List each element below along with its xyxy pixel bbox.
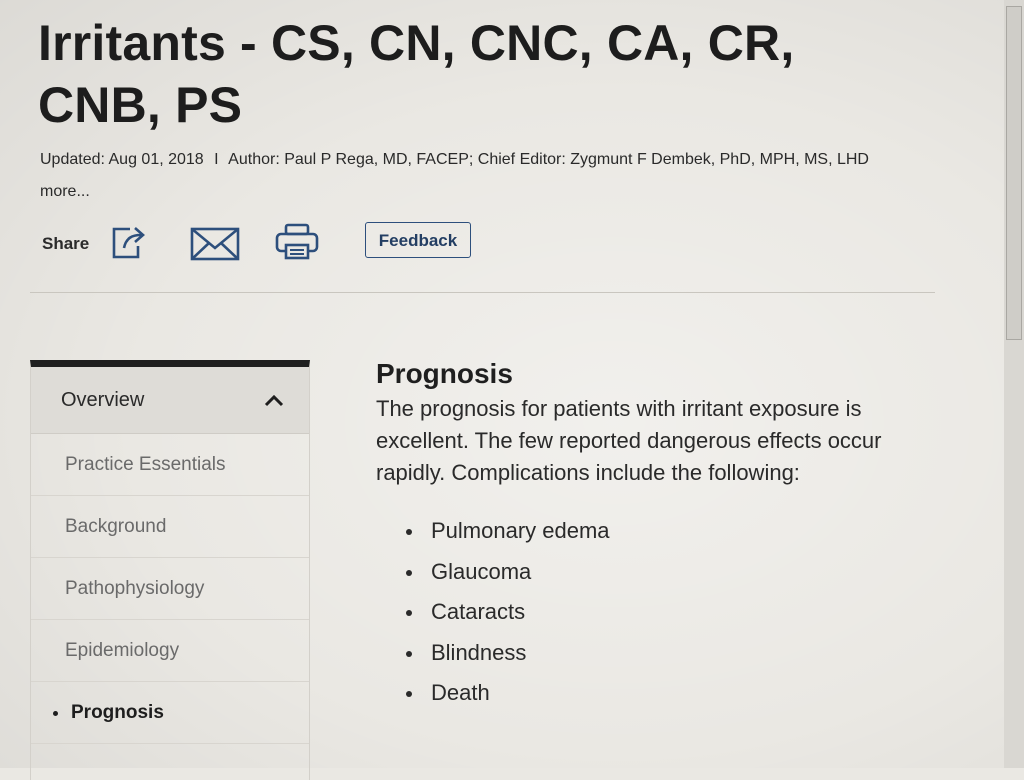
bullet-icon [406, 610, 412, 616]
sidebar-section-label: Overview [61, 389, 145, 411]
share-toolbar: Share Feedback [42, 222, 502, 264]
sidebar-item-label: Practice Essentials [65, 454, 226, 475]
bullet-icon [406, 650, 412, 657]
section-paragraph: The prognosis for patients with irritant… [376, 396, 882, 485]
complications-list: Pulmonary edema Glaucoma Cataracts Blind… [376, 511, 936, 714]
sidebar-item-practice-essentials[interactable]: Practice Essentials [31, 434, 309, 496]
share-label: Share [42, 234, 90, 253]
print-icon[interactable] [274, 222, 320, 262]
author-credits: Author: Paul P Rega, MD, FACEP; Chief Ed… [228, 151, 869, 168]
list-item: Cataracts [376, 592, 936, 633]
article-sidebar-nav: Overview Practice Essentials Background … [30, 360, 310, 780]
article-page: Irritants - CS, CN, CNC, CA, CR, CNB, PS… [0, 0, 1000, 780]
list-item: Death [376, 673, 936, 714]
list-item-text: Glaucoma [431, 558, 532, 584]
scrollbar-thumb[interactable] [1006, 6, 1022, 340]
sidebar-item-background[interactable]: Background [31, 496, 309, 558]
more-link[interactable]: more... [40, 183, 90, 200]
chevron-up-icon[interactable] [263, 393, 285, 412]
list-item-text: Death [431, 680, 490, 705]
sidebar-section-overview[interactable]: Overview [31, 367, 309, 434]
list-item-text: Cataracts [431, 599, 526, 624]
share-icon[interactable] [108, 224, 148, 262]
bullet-icon [406, 569, 412, 576]
header-divider [30, 292, 935, 293]
list-item: Glaucoma [376, 552, 936, 593]
bullet-icon [406, 529, 412, 535]
section-heading: Prognosis [376, 358, 513, 389]
updated-date: Updated: Aug 01, 2018 [40, 151, 204, 168]
feedback-button[interactable]: Feedback [365, 222, 471, 258]
vertical-scrollbar[interactable] [1004, 0, 1024, 768]
sidebar-item-label: Prognosis [71, 702, 164, 723]
meta-separator: I [214, 151, 219, 168]
list-item-text: Blindness [431, 639, 527, 665]
email-icon[interactable] [189, 226, 241, 262]
article-content: Prognosis The prognosis for patients wit… [376, 355, 936, 714]
sidebar-item-label: Epidemiology [65, 640, 180, 661]
list-item: Pulmonary edema [376, 511, 936, 552]
sidebar-item-prognosis[interactable]: Prognosis [31, 682, 309, 744]
sidebar-item-label: Pathophysiology [65, 578, 205, 599]
sidebar-item-epidemiology[interactable]: Epidemiology [31, 620, 309, 682]
bullet-icon [406, 691, 412, 697]
sidebar-item-pathophysiology[interactable]: Pathophysiology [31, 558, 309, 620]
article-meta: Updated: Aug 01, 2018 I Author: Paul P R… [40, 144, 920, 208]
page-title: Irritants - CS, CN, CNC, CA, CR, CNB, PS [38, 15, 795, 133]
sidebar-item-label: Background [65, 516, 167, 537]
list-item: Blindness [376, 633, 936, 674]
list-item-text: Pulmonary edema [431, 518, 610, 543]
active-indicator-dot [53, 711, 58, 716]
